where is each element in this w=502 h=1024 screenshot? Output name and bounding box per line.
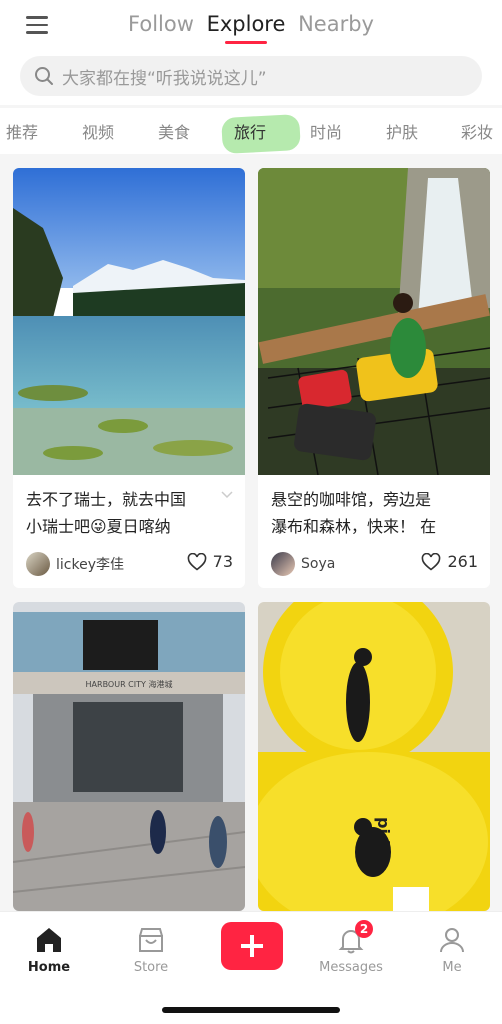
- category-skincare[interactable]: 护肤: [386, 119, 418, 143]
- search-placeholder: 大家都在搜“听我说说这儿”: [62, 68, 267, 89]
- nav-messages[interactable]: 2 Messages: [316, 920, 386, 975]
- card-title: 悬空的咖啡馆，旁边是 瀑布和森林，快来！ 在: [271, 490, 437, 536]
- tab-explore[interactable]: Explore: [207, 12, 285, 44]
- category-travel-label: 旅行: [234, 123, 267, 142]
- like-count[interactable]: 73: [187, 552, 233, 571]
- avatar: [271, 552, 295, 576]
- feed-card[interactable]: 悬空的咖啡馆，旁边是 瀑布和森林，快来！ 在 Soya 261: [258, 168, 490, 588]
- card-image-lake: [13, 168, 245, 475]
- harbour-city-sign: HARBOUR CITY 海港城: [86, 679, 173, 689]
- plus-icon: [241, 935, 263, 957]
- card-author[interactable]: lickey李佳: [26, 552, 124, 576]
- nav-me[interactable]: Me: [417, 924, 487, 975]
- bottom-nav: Home Store 2 Messages Me: [0, 911, 502, 1024]
- store-icon: [139, 928, 163, 952]
- category-video[interactable]: 视频: [82, 119, 114, 143]
- message-badge: 2: [355, 920, 373, 938]
- heart-icon: [422, 552, 441, 571]
- nav-store[interactable]: Store: [116, 924, 186, 975]
- category-recommended[interactable]: 推荐: [6, 119, 38, 143]
- feed-card[interactable]: pidan: [258, 602, 490, 911]
- card-image-harbour-city: HARBOUR CITY 海港城: [13, 602, 245, 911]
- category-fashion[interactable]: 时尚: [310, 119, 342, 143]
- feed-card[interactable]: HARBOUR CITY 海港城: [13, 602, 245, 911]
- search-icon: [35, 67, 53, 85]
- chevron-down-icon[interactable]: [221, 491, 233, 499]
- card-image-yellow-installation: pidan: [258, 602, 490, 911]
- post-button[interactable]: [221, 922, 283, 970]
- like-count[interactable]: 261: [421, 552, 478, 571]
- nav-home[interactable]: Home: [14, 924, 84, 975]
- feed-card[interactable]: 去不了瑞士，就去中国 小瑞士吧😜夏日喀纳 lickey李佳 73: [13, 168, 245, 588]
- tab-nearby[interactable]: Nearby: [298, 12, 374, 36]
- top-tabs: Follow Explore Nearby: [0, 12, 502, 44]
- category-food[interactable]: 美食: [158, 119, 190, 143]
- card-title: 去不了瑞士，就去中国 小瑞士吧😜夏日喀纳: [26, 490, 187, 536]
- avatar: [26, 552, 50, 576]
- card-author[interactable]: Soya: [271, 552, 335, 576]
- heart-icon: [187, 552, 206, 571]
- person-icon: [440, 928, 464, 953]
- tab-follow[interactable]: Follow: [128, 12, 194, 36]
- search-bar[interactable]: 大家都在搜“听我说说这儿”: [20, 56, 482, 96]
- home-indicator: [162, 1007, 340, 1013]
- card-image-waterfall-cafe: [258, 168, 490, 475]
- header: Follow Explore Nearby 大家都在搜“听我说说这儿”: [0, 0, 502, 105]
- home-icon: [37, 928, 61, 952]
- category-makeup[interactable]: 彩妆: [461, 119, 493, 143]
